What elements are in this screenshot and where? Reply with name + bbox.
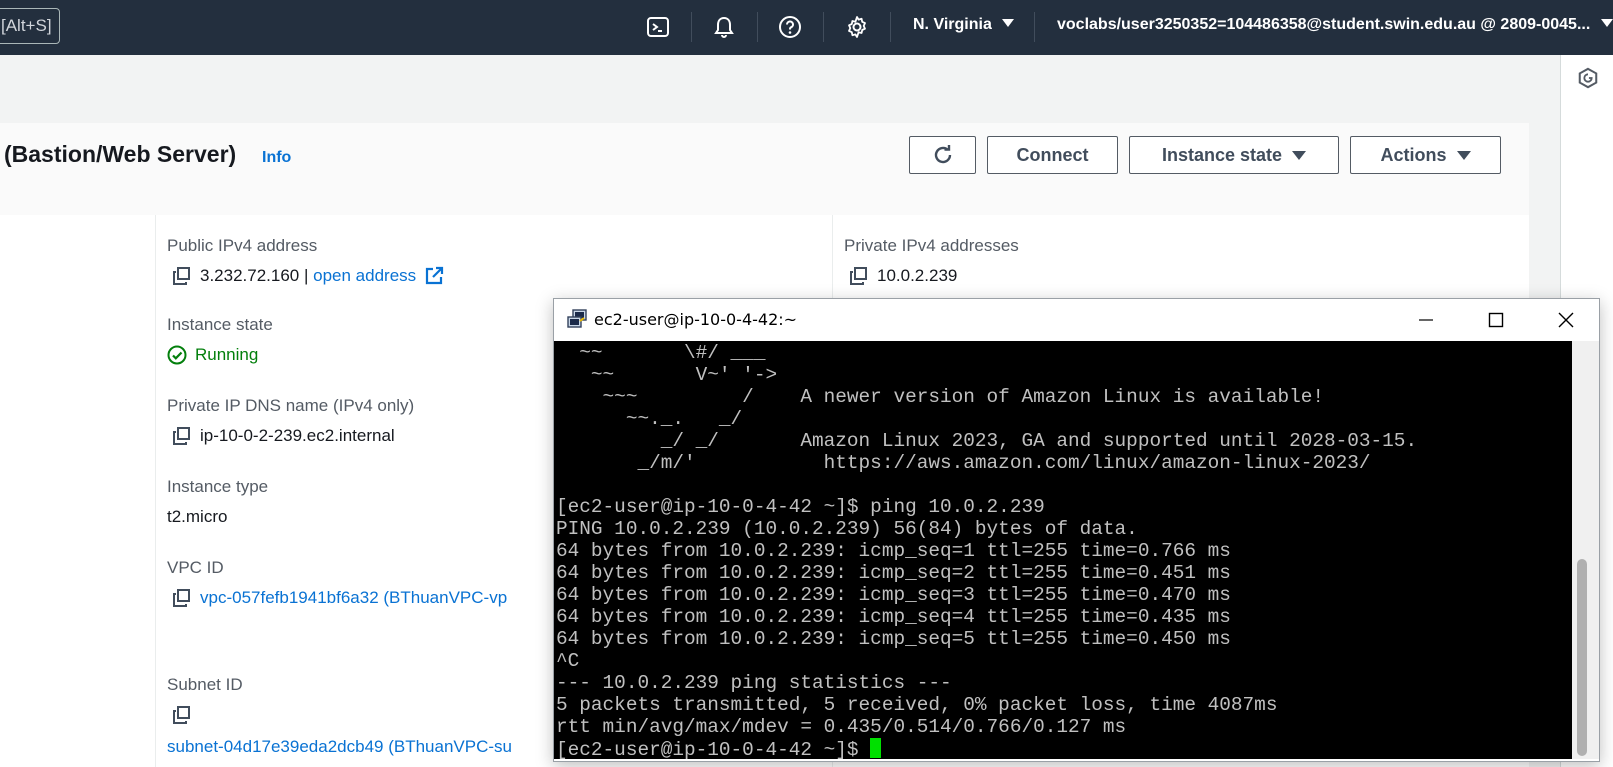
terminal-line: ~~ \#/ ___ [579,342,766,364]
maximize-button[interactable] [1466,299,1526,341]
caret-down-icon [1456,150,1471,160]
actions-button[interactable]: Actions [1350,136,1501,174]
terminal-line: ~~ V~' '-> [590,364,778,386]
caret-down-icon [1292,150,1307,160]
terminal-cursor [870,738,882,758]
search-shortcut-hint[interactable]: [Alt+S] [0,8,60,44]
terminal-prompt: [ec2-user@ip-10-0-4-42 ~]$ [556,739,871,759]
instance-state-value: Running [167,345,258,365]
close-button[interactable] [1536,299,1596,341]
subnet-id-value: subnet-04d17e39eda2dcb49 (BThuanVPC-su [167,737,552,757]
copy-icon[interactable] [172,588,192,608]
terminal-line: ~~~ / A newer version of Amazon Linux is… [602,386,1324,408]
terminal-line: ^C [556,650,580,672]
terminal-line: _/m/' https://aws.amazon.com/linux/amazo… [637,452,1371,474]
page-title: (Bastion/Web Server) [4,141,237,167]
external-link-icon[interactable] [424,266,444,286]
account-menu[interactable]: voclabs/user3250352=104486358@student.sw… [1057,16,1613,34]
copy-icon[interactable] [172,426,192,446]
minimize-icon [1419,319,1433,321]
terminal-line: PING 10.0.2.239 (10.0.2.239) 56(84) byte… [556,518,1138,540]
subnet-id-label: Subnet ID [167,675,243,694]
instance-state-button[interactable]: Instance state [1129,136,1339,174]
vpc-id-label: VPC ID [167,558,224,577]
cloudshell-terminal-icon[interactable] [644,13,672,41]
subnet-copy [172,705,192,725]
terminal-output: ~~ \#/ ___ ~~ V~' '-> ~~~ / A newer vers… [556,342,1417,759]
terminal-line: ~~._. _/ [625,408,743,430]
instance-type-value: t2.micro [167,507,228,526]
region-selector[interactable]: N. Virginia [913,16,1015,34]
help-icon[interactable] [776,13,804,41]
column-divider [155,215,156,767]
vpc-id-value: vpc-057fefb1941bf6a32 (BThuanVPC-vp [172,588,552,608]
terminal-line: _/ _/ Amazon Linux 2023, GA and supporte… [660,430,1418,452]
terminal-line: 5 packets transmitted, 5 received, 0% pa… [556,694,1278,716]
terminal-line: 64 bytes from 10.0.2.239: icmp_seq=5 ttl… [556,628,1231,650]
terminal-line: rtt min/avg/max/mdev = 0.435/0.514/0.766… [556,716,1127,738]
subnet-id-link[interactable]: subnet-04d17e39eda2dcb49 (BThuanVPC-su [167,737,512,757]
copy-icon[interactable] [849,266,869,286]
terminal-line: [ec2-user@ip-10-0-4-42 ~]$ ping 10.0.2.2… [556,496,1045,518]
private-ipv4-label: Private IPv4 addresses [844,236,1019,255]
info-link[interactable]: Info [262,149,291,167]
hexagon-icon[interactable] [1577,67,1599,89]
refresh-icon [934,145,951,164]
instance-state-label: Instance state [167,315,273,334]
caret-down-icon [1002,19,1015,27]
private-dns-value: ip-10-0-2-239.ec2.internal [172,426,395,446]
instance-type-label: Instance type [167,477,269,496]
top-navigation-bar: [Alt+S] N. Virginia voclabs/user3250352=… [0,0,1613,55]
caret-down-icon [1600,19,1613,27]
terminal-line: 64 bytes from 10.0.2.239: icmp_seq=3 ttl… [556,584,1231,606]
refresh-button[interactable] [909,136,976,174]
putty-app-icon [567,309,587,328]
terminal-line: --- 10.0.2.239 ping statistics --- [556,672,952,694]
terminal-scrollbar-thumb[interactable] [1577,559,1587,756]
maximize-icon [1488,312,1504,328]
terminal-line: 64 bytes from 10.0.2.239: icmp_seq=1 ttl… [556,540,1231,562]
terminal-line: 64 bytes from 10.0.2.239: icmp_seq=4 ttl… [556,606,1231,628]
vpc-id-link[interactable]: vpc-057fefb1941bf6a32 (BThuanVPC-vp [200,588,507,608]
private-ipv4-value: 10.0.2.239 [849,266,957,286]
check-circle-icon [167,345,187,365]
public-ipv4-label: Public IPv4 address [167,236,318,255]
terminal-line: 64 bytes from 10.0.2.239: icmp_seq=2 ttl… [556,562,1231,584]
copy-icon[interactable] [172,266,192,286]
terminal-title: ec2-user@ip-10-0-4-42:~ [594,310,798,329]
minimize-button[interactable] [1396,299,1456,341]
open-address-link[interactable]: open address [313,266,416,285]
bell-icon[interactable] [710,13,738,41]
copy-icon[interactable] [172,705,192,725]
terminal-screen[interactable]: ~~ \#/ ___ ~~ V~' '-> ~~~ / A newer vers… [554,341,1572,759]
private-dns-label: Private IP DNS name (IPv4 only) [167,396,415,415]
public-ipv4-value: 3.232.72.160 | open address [172,266,444,286]
terminal-titlebar[interactable]: ec2-user@ip-10-0-4-42:~ [554,299,1599,341]
putty-terminal-window[interactable]: ec2-user@ip-10-0-4-42:~ ~~ \#/ ___ ~~ V~… [553,298,1600,762]
close-icon [1558,312,1574,328]
connect-button[interactable]: Connect [987,136,1118,174]
gear-icon[interactable] [843,13,871,41]
